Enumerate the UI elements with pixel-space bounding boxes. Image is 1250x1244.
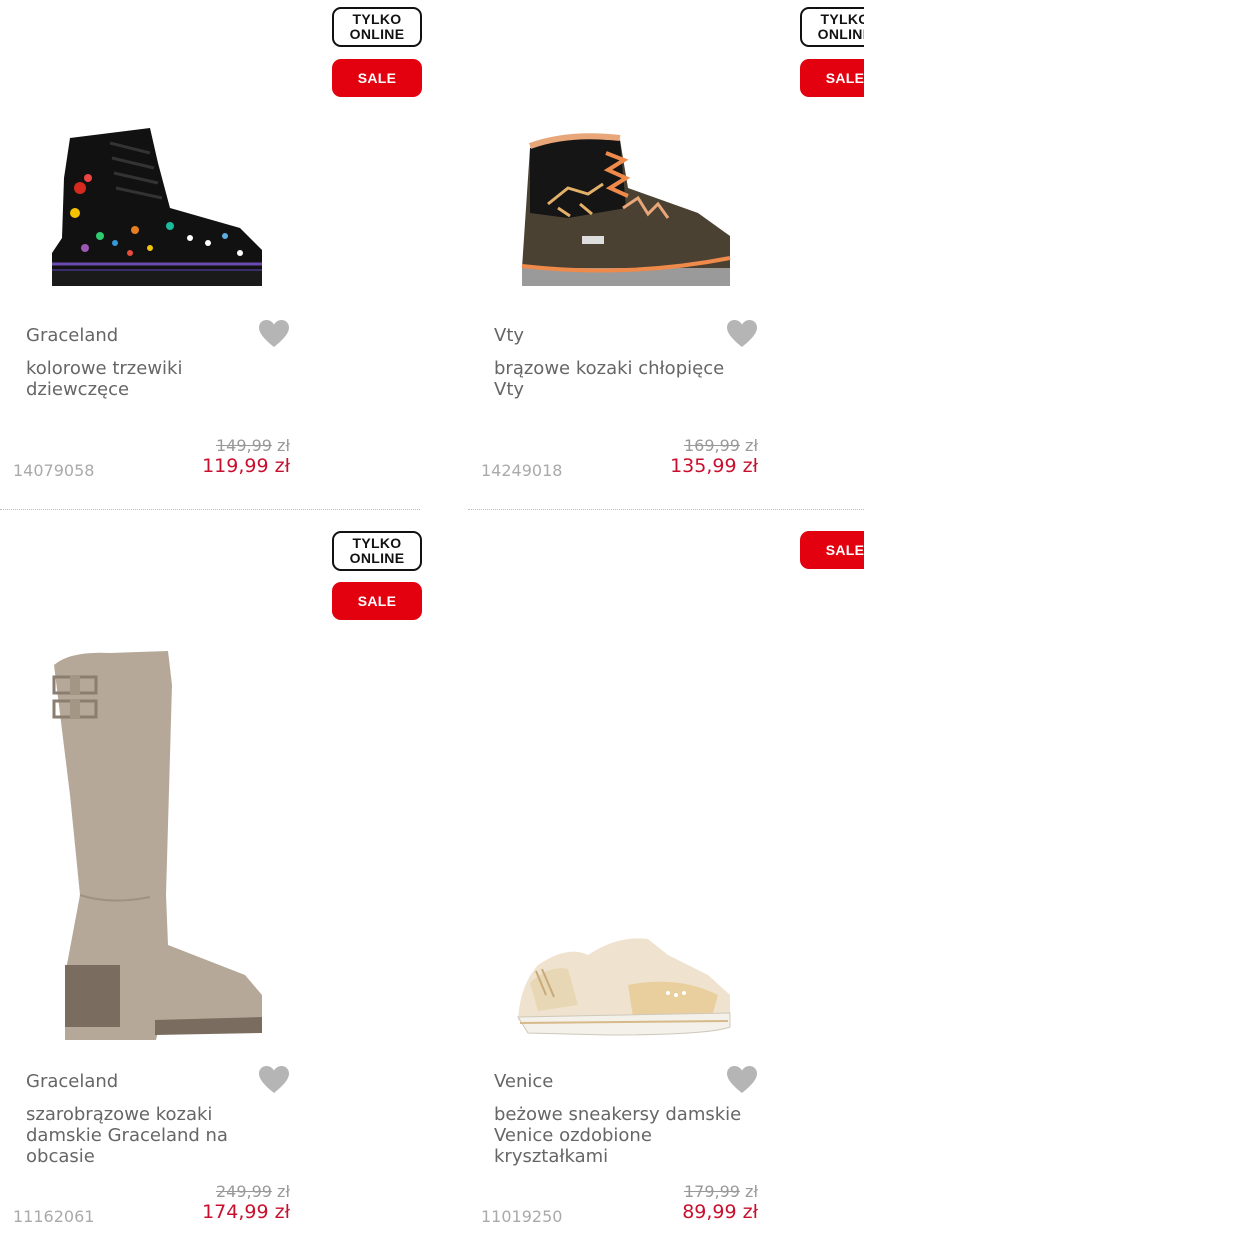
sale-price: 174,99 zł [202,1201,290,1223]
product-brand[interactable]: Venice [494,1071,553,1092]
online-only-badge: TYLKO ONLINE [800,7,864,47]
old-price: 179,99 zł [684,1182,758,1201]
sale-badge: SALE [332,582,422,620]
product-title[interactable]: beżowe sneakersy damskie Venice ozdobion… [494,1104,744,1167]
heart-icon[interactable] [258,1065,290,1095]
badge-online-line2: ONLINE [817,26,864,42]
badge-online-line1: TYLKO [352,11,402,27]
product-image[interactable] [40,118,280,298]
product-card[interactable]: TYLKO ONLINE SALE Graceland szarobrązowe… [0,525,422,1244]
old-price-value: 169,99 [683,436,740,455]
sale-badge: SALE [800,59,864,97]
product-sku: 11162061 [13,1207,95,1226]
product-card[interactable]: SALE Venice beżowe sneakersy damskie Ven… [468,525,888,1244]
row-divider [468,509,864,510]
old-price: 149,99 zł [216,436,290,455]
old-price-currency: zł [745,436,758,455]
badge-online-line2: ONLINE [349,550,405,566]
heart-icon[interactable] [726,1065,758,1095]
product-card[interactable]: TYLKO ONLINE SALE Vty brązowe kozaki chł… [468,0,888,508]
badge-online-line1: TYLKO [352,535,402,551]
heart-icon[interactable] [726,319,758,349]
online-only-badge: TYLKO ONLINE [332,7,422,47]
product-sku: 11019250 [481,1207,563,1226]
sale-badge: SALE [800,531,864,569]
heart-icon[interactable] [258,319,290,349]
product-brand[interactable]: Graceland [26,325,118,346]
product-image[interactable] [40,645,280,1040]
old-price-currency: zł [277,436,290,455]
online-only-badge: TYLKO ONLINE [332,531,422,571]
sale-price: 89,99 zł [682,1201,758,1223]
product-sku: 14079058 [13,461,95,480]
row-divider [0,509,420,510]
product-sku: 14249018 [481,461,563,480]
badge-online-line1: TYLKO [820,11,864,27]
product-title[interactable]: brązowe kozaki chłopięce Vty [494,358,744,400]
product-title[interactable]: szarobrązowe kozaki damskie Graceland na… [26,1104,276,1167]
sale-price: 135,99 zł [670,455,758,477]
badge-online-line2: ONLINE [349,26,405,42]
sale-price: 119,99 zł [202,455,290,477]
old-price-value: 249,99 [215,1182,272,1201]
old-price-currency: zł [277,1182,290,1201]
old-price-currency: zł [745,1182,758,1201]
old-price-value: 179,99 [683,1182,740,1201]
old-price-value: 149,99 [215,436,272,455]
product-brand[interactable]: Graceland [26,1071,118,1092]
sale-badge: SALE [332,59,422,97]
product-title[interactable]: kolorowe trzewiki dziewczęce [26,358,276,400]
product-card[interactable]: TYLKO ONLINE SALE Graceland kolorowe trz… [0,0,422,508]
old-price: 169,99 zł [684,436,758,455]
product-brand[interactable]: Vty [494,325,524,346]
product-image[interactable] [508,118,748,298]
old-price: 249,99 zł [216,1182,290,1201]
product-image[interactable] [508,925,748,1040]
